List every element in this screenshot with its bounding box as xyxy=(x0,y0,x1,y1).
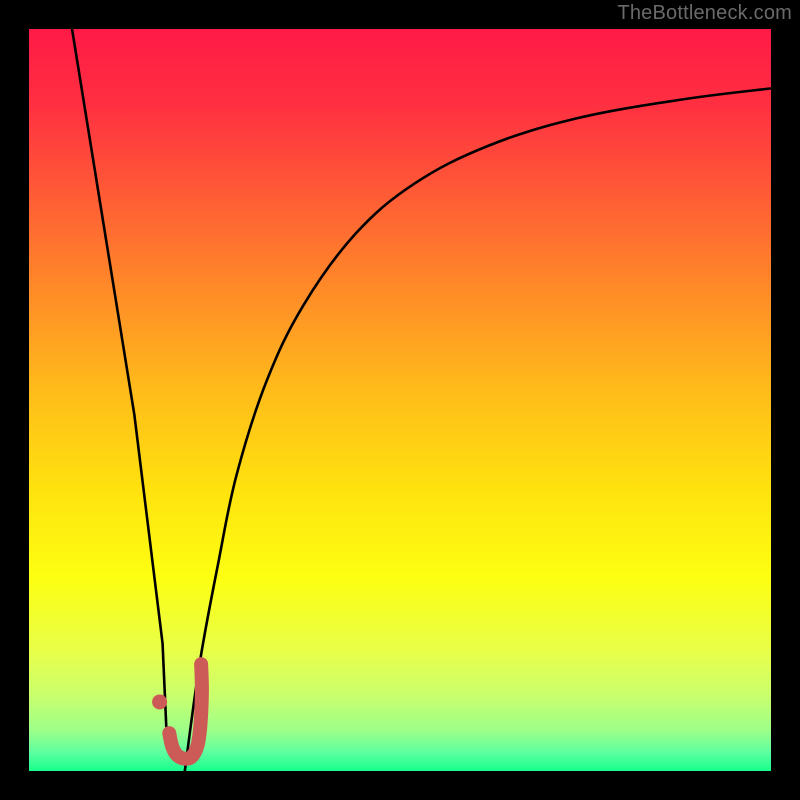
gradient-background xyxy=(29,29,771,771)
chart-svg xyxy=(0,0,800,800)
watermark-text: TheBottleneck.com xyxy=(617,2,792,25)
chart-canvas: TheBottleneck.com xyxy=(0,0,800,800)
j-marker-dot xyxy=(152,694,167,709)
